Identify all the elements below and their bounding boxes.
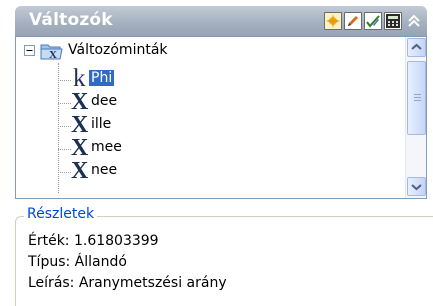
panel-titlebar: Változók [15, 6, 427, 36]
tree-item-phi[interactable]: Phi [89, 70, 115, 86]
edit-variable-button[interactable] [344, 12, 362, 30]
tree-item-dee[interactable]: dee [89, 93, 119, 109]
variable-x-icon: X [71, 89, 89, 115]
variables-panel: Változók X Változóminták k Phi X dee X i… [0, 0, 433, 306]
tree-branch-line [58, 149, 71, 150]
calculator-icon [386, 14, 400, 28]
variable-x-icon: X [71, 158, 89, 184]
scroll-thumb[interactable] [407, 61, 426, 135]
tree-item-nee[interactable]: nee [89, 162, 119, 178]
detail-value: Érték: 1.61803399 [28, 233, 159, 249]
chevron-down-icon [411, 184, 422, 191]
variable-x-icon: X [71, 112, 89, 138]
tree-item-ille[interactable]: ille [89, 116, 113, 132]
svg-text:X: X [49, 49, 57, 61]
new-star-icon [325, 13, 341, 29]
edit-check-button[interactable] [364, 12, 382, 30]
check-pencil-icon [365, 13, 381, 29]
tree-root-label[interactable]: Változóminták [66, 42, 170, 58]
details-legend: Részletek [24, 206, 98, 222]
scroll-down-button[interactable] [407, 177, 426, 196]
pencil-icon [345, 13, 361, 29]
folder-variables-icon: X [40, 44, 63, 61]
variables-tree[interactable]: X Változóminták k Phi X dee X ille X mee… [15, 36, 427, 199]
panel-title: Változók [29, 10, 113, 30]
constant-k-icon: k [73, 65, 86, 92]
tree-scrollbar[interactable] [405, 37, 426, 198]
tree-guide-line [58, 63, 59, 193]
tree-branch-line [58, 172, 71, 173]
scroll-up-button[interactable] [407, 38, 426, 57]
collapse-toggle-icon[interactable] [24, 45, 35, 56]
variable-x-icon: X [71, 135, 89, 161]
detail-description: Leírás: Aranymetszési arány [28, 275, 227, 291]
tree-item-mee[interactable]: mee [89, 139, 124, 155]
new-variable-button[interactable] [324, 12, 342, 30]
detail-type: Típus: Állandó [28, 254, 127, 270]
chevron-up-icon [411, 43, 422, 50]
chevron-up-double-icon [408, 14, 420, 27]
collapse-button[interactable] [404, 11, 424, 31]
tree-branch-line [58, 103, 71, 104]
calculator-button[interactable] [384, 12, 402, 30]
tree-content: X Változóminták k Phi X dee X ille X mee… [16, 37, 405, 198]
tree-branch-line [58, 80, 71, 81]
tree-branch-line [58, 126, 71, 127]
